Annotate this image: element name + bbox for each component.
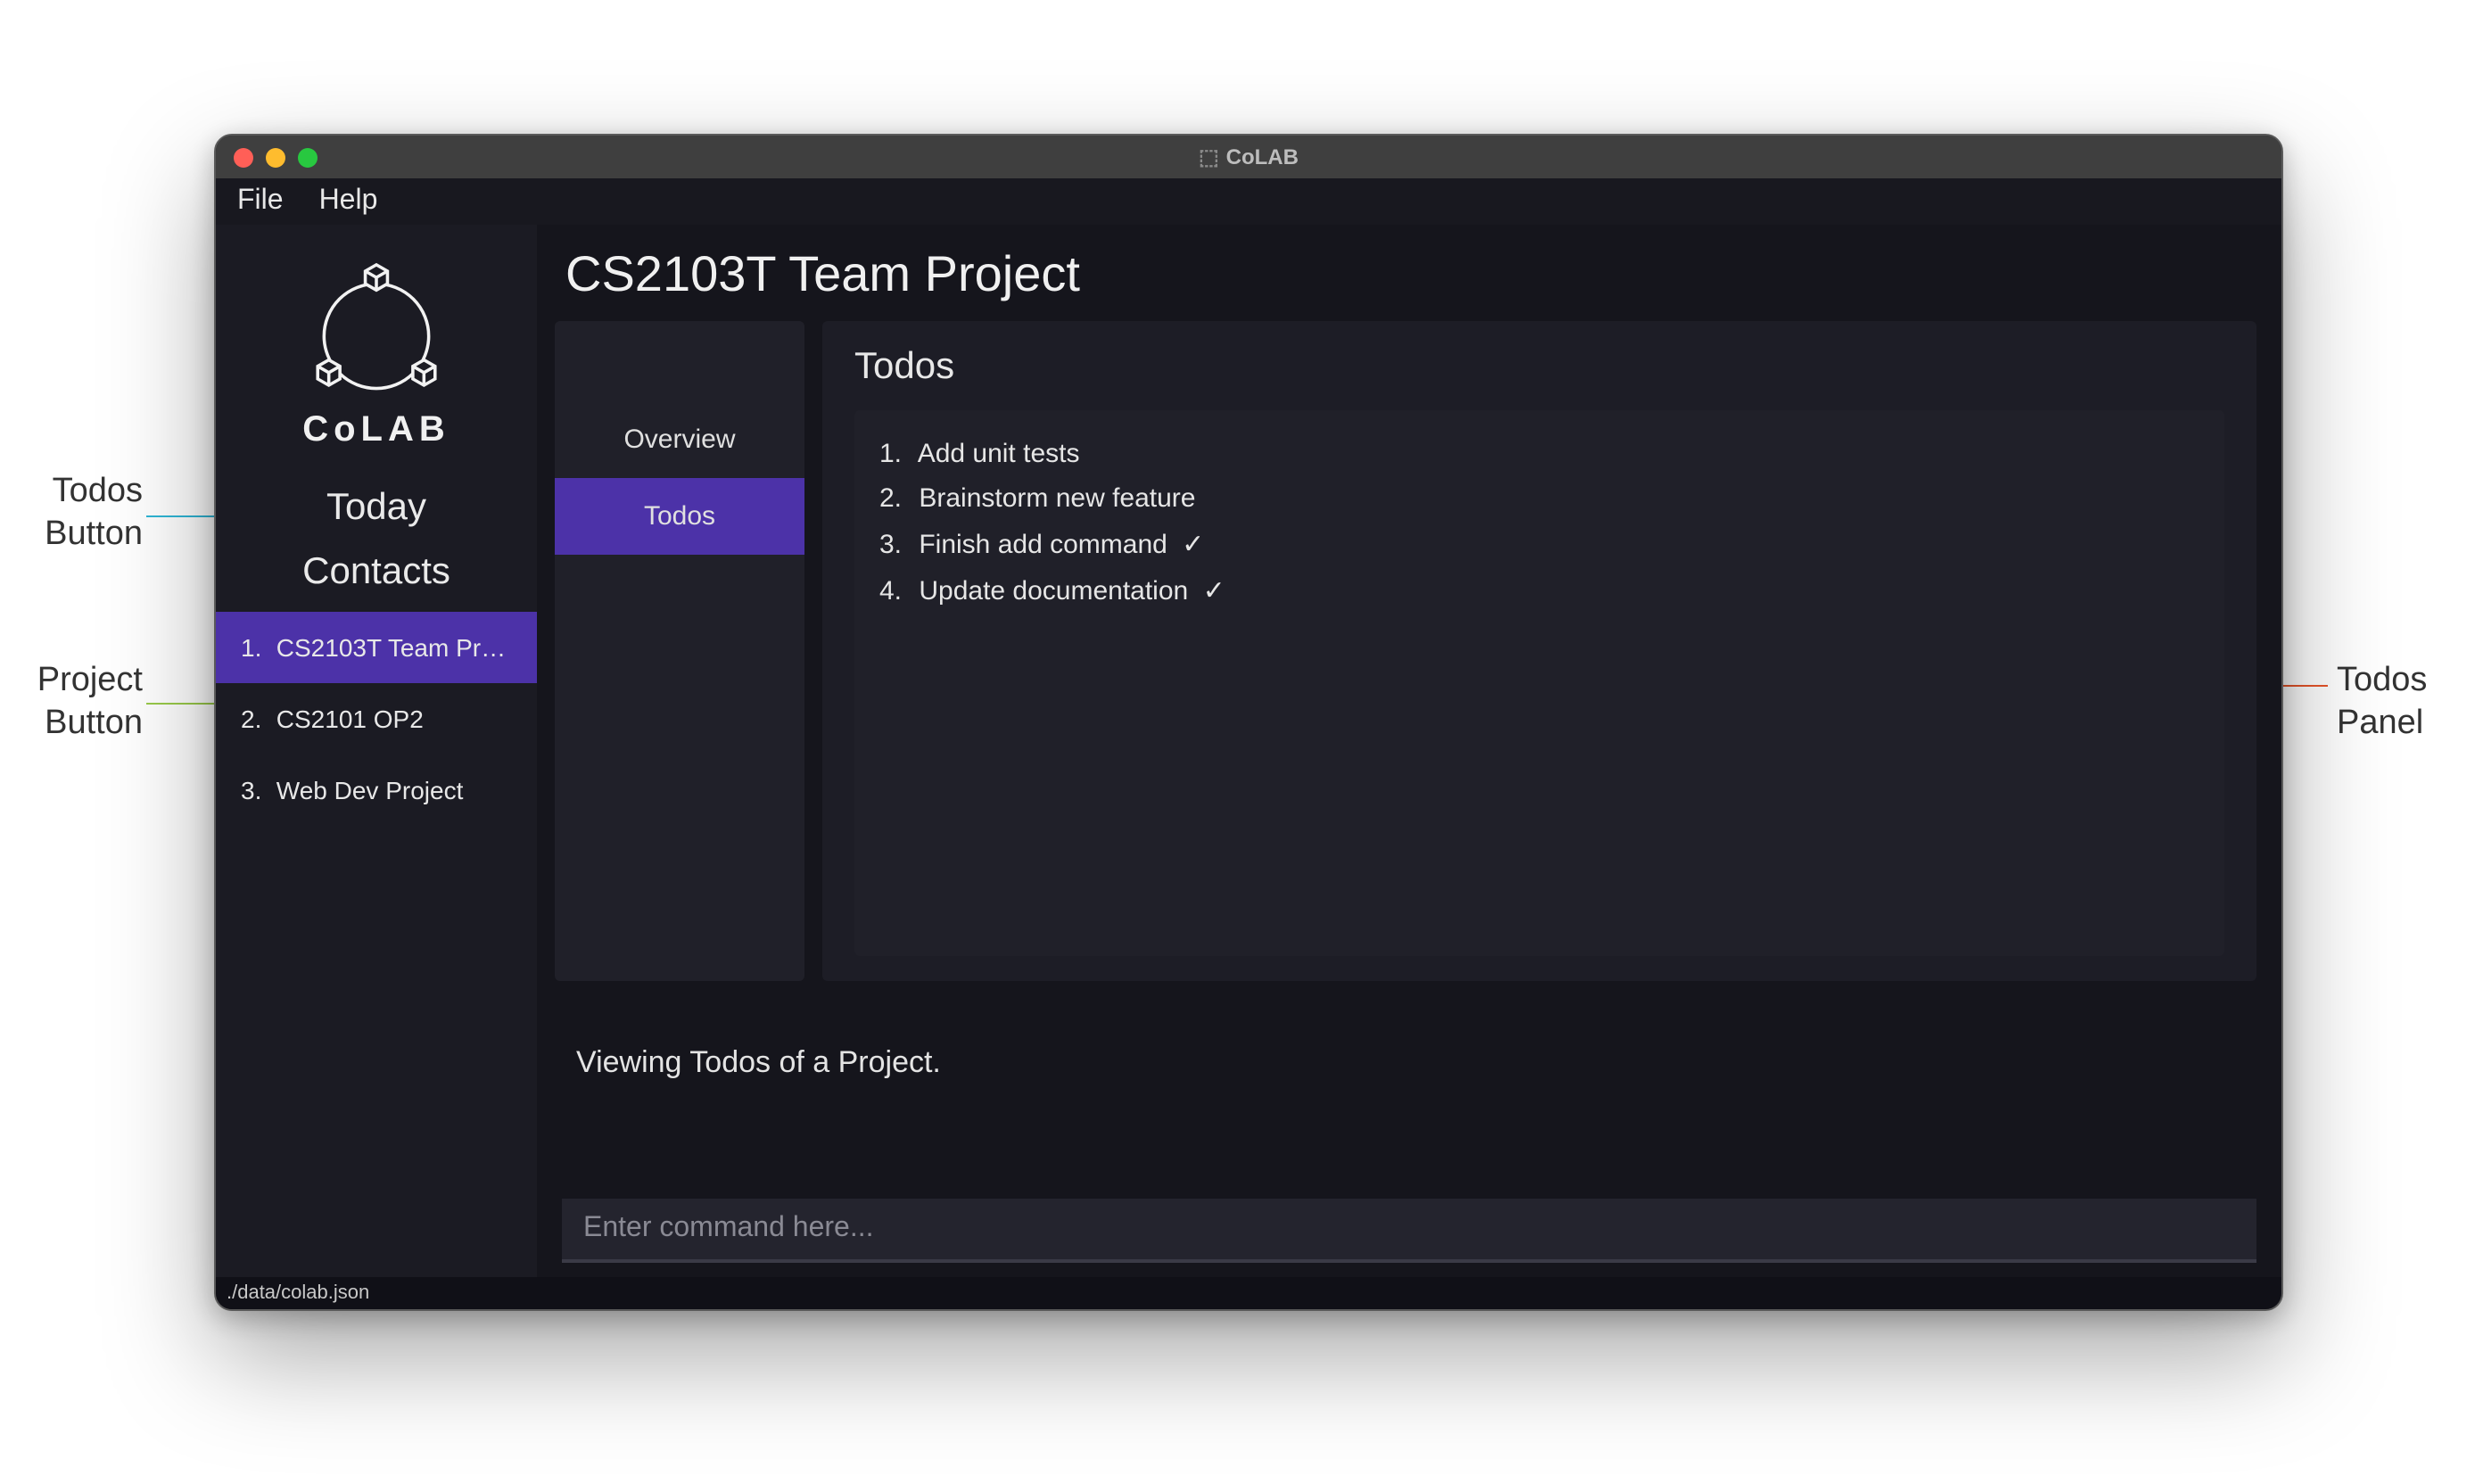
check-icon: ✓ [1203,576,1225,606]
callout-project-button: Project Button [0,660,143,745]
command-input[interactable] [562,1199,2256,1263]
menubar: File Help [216,178,2281,225]
project-tabs: Overview Todos [555,321,804,981]
project-list: 1. CS2103T Team Proj… 2. CS2101 OP2 3. W… [216,605,537,826]
project-label: CS2103T Team Proj… [276,633,525,662]
todo-text: Brainstorm new feature [919,483,1195,514]
todo-item: 2. Brainstorm new feature [879,476,2199,521]
titlebar: ⬚CoLAB [216,136,2281,178]
todos-list: 1. Add unit tests 2. Brainstorm new feat… [854,410,2224,956]
tab-todos[interactable]: Todos [555,478,804,555]
project-num: 1. [241,633,269,662]
brand-text: CoLAB [302,410,450,451]
callout-project-button-line [146,703,218,705]
app-icon: ⬚ [1199,144,1219,169]
todo-num: 3. [879,530,912,560]
callout-todos-button: Todos Button [0,471,143,556]
todos-panel: Todos 1. Add unit tests 2. Brainstorm ne… [822,321,2256,981]
project-label: Web Dev Project [276,776,464,804]
brand: CoLAB [216,225,537,476]
menu-help[interactable]: Help [319,186,378,218]
todo-num: 1. [879,439,912,469]
sidebar: CoLAB Today Contacts 1. CS2103T Team Pro… [216,225,537,1277]
main-panel: CS2103T Team Project Overview Todos Todo… [537,225,2281,1277]
todo-text: Add unit tests [918,439,1080,469]
menu-file[interactable]: File [237,186,284,218]
sidebar-project-2[interactable]: 2. CS2101 OP2 [216,683,537,754]
page-title: CS2103T Team Project [537,225,2281,321]
traffic-lights [234,147,318,167]
tab-overview[interactable]: Overview [555,401,804,478]
todo-text: Finish add command [919,530,1167,560]
maximize-icon[interactable] [298,147,318,167]
logo-icon [296,257,457,400]
todo-num: 2. [879,483,912,514]
statusbar: ./data/colab.json [216,1277,2281,1309]
statusbar-path: ./data/colab.json [227,1282,369,1304]
check-icon: ✓ [1182,530,1204,560]
project-num: 3. [241,776,269,804]
window-title: ⬚CoLAB [216,144,2281,169]
project-label: CS2101 OP2 [276,705,424,733]
nav-today[interactable]: Today [216,476,537,540]
callout-todos-panel: Todos Panel [2337,660,2479,745]
todos-heading: Todos [854,346,2224,389]
sidebar-project-3[interactable]: 3. Web Dev Project [216,754,537,826]
status-message: Viewing Todos of a Project. [537,1020,2281,1199]
todo-item: 3. Finish add command ✓ [879,521,2199,567]
minimize-icon[interactable] [266,147,285,167]
project-num: 2. [241,705,269,733]
app-window: ⬚CoLAB File Help [214,134,2283,1311]
close-icon[interactable] [234,147,253,167]
sidebar-project-1[interactable]: 1. CS2103T Team Proj… [216,612,537,683]
todo-item: 1. Add unit tests [879,432,2199,476]
todo-item: 4. Update documentation ✓ [879,567,2199,614]
nav-contacts[interactable]: Contacts [216,540,537,605]
todo-num: 4. [879,576,912,606]
todo-text: Update documentation [919,576,1188,606]
